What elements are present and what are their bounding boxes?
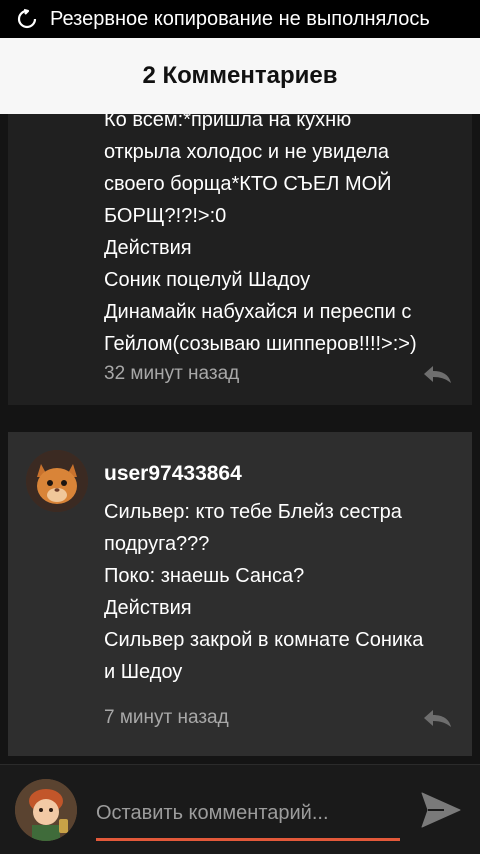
- send-icon: [421, 792, 461, 828]
- comment-timestamp: 7 минут назад: [104, 707, 229, 728]
- reply-icon: [424, 710, 451, 727]
- comment-body: Ко всем:*пришла на кухню открыла холодос…: [104, 114, 464, 360]
- status-bar: Резервное копирование не выполнялось: [0, 0, 480, 38]
- comment-line: подруга???: [104, 533, 210, 555]
- comment-line: Динамайк набухайся и переспи с: [104, 301, 412, 323]
- comment-timestamp: 32 минут назад: [104, 363, 240, 384]
- comment-line: БОРЩ?!?!>:0: [104, 205, 227, 227]
- comment-input[interactable]: [96, 789, 400, 841]
- comment-line: Ко всем:*пришла на кухню: [104, 114, 352, 131]
- comment-username[interactable]: user97433864: [104, 462, 242, 486]
- comment-line: своего борща*КТО СЪЕЛ МОЙ: [104, 173, 392, 195]
- user-avatar[interactable]: [26, 450, 88, 512]
- comment-line: открыла холодос и не увидела: [104, 141, 389, 163]
- my-avatar: [15, 779, 77, 841]
- comment-line: Гейлом(созываю шипперов!!!!>:>): [104, 333, 417, 355]
- comment-line: и Шедоу: [104, 661, 183, 683]
- reply-icon: [424, 366, 451, 383]
- comment-line: Действия: [104, 237, 192, 259]
- comment-list[interactable]: Ко всем:*пришла на кухню открыла холодос…: [0, 114, 480, 764]
- status-text: Резервное копирование не выполнялось: [50, 7, 430, 30]
- comment-card: user97433864 Сильвер: кто тебе Блейз сес…: [8, 432, 472, 756]
- comment-card: Ко всем:*пришла на кухню открыла холодос…: [8, 114, 472, 405]
- cat-avatar: [26, 450, 88, 512]
- send-button[interactable]: [418, 789, 464, 831]
- page-title: 2 Комментариев: [142, 62, 338, 89]
- sync-icon: [16, 8, 38, 30]
- comment-line: Поко: знаешь Санса?: [104, 565, 305, 587]
- avatar-image: [15, 779, 77, 841]
- comment-line: Соник поцелуй Шадоу: [104, 269, 311, 291]
- comment-line: Сильвер закрой в комнате Соника: [104, 629, 424, 651]
- reply-button[interactable]: [420, 362, 454, 386]
- comment-composer: [0, 764, 480, 854]
- comment-line: Действия: [104, 597, 192, 619]
- comment-line: Сильвер: кто тебе Блейз сестра: [104, 501, 402, 523]
- comment-body: Сильвер: кто тебе Блейз сестра подруга??…: [104, 496, 464, 688]
- header: 2 Комментариев: [0, 38, 480, 114]
- reply-button[interactable]: [420, 706, 454, 730]
